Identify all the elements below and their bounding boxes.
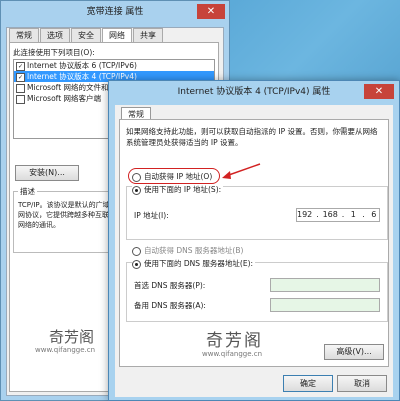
arrow-shaft: [225, 163, 261, 177]
preferred-dns-input[interactable]: [270, 278, 380, 292]
ok-button-label: 确定: [300, 379, 316, 388]
radio-icon[interactable]: [132, 246, 141, 256]
items-label: 此连接使用下列项目(O):: [13, 48, 95, 57]
cancel-button-label: 取消: [354, 379, 370, 388]
annotation-arrow: [222, 163, 261, 179]
watermark-logo: 奇芳阁: [206, 331, 263, 351]
dialog-title: Internet 协议版本 4 (TCP/IPv4) 属性: [177, 87, 331, 97]
ipv4-properties-dialog: Internet 协议版本 4 (TCP/IPv4) 属性 ✕ 常规 如果网络支…: [108, 80, 400, 401]
watermark-url: www.qifangge.cn: [202, 350, 263, 358]
ip-address-input[interactable]: 192. 168. 1. 6: [296, 208, 380, 222]
intro-text: 如果网络支持此功能，则可以获取自动指派的 IP 设置。否则，你需要从网络系统管理…: [126, 127, 378, 147]
advanced-button-label: 高级(V)...: [336, 347, 372, 356]
watermark-url: www.qifangge.cn: [35, 346, 96, 354]
auto-ip-option[interactable]: 自动获得 IP 地址(O): [132, 171, 212, 182]
description-text: TCP/IP。该协议是默认的广域网协议，它提供跨越多种互联网络的通讯。: [18, 201, 110, 229]
ok-button[interactable]: 确定: [283, 375, 333, 392]
advanced-button[interactable]: 高级(V)...: [324, 344, 384, 360]
manual-dns-option[interactable]: 使用下面的 DNS 服务器地址(E):: [132, 258, 256, 269]
tab-bar: 常规 选项 安全 网络 共享: [9, 28, 164, 43]
checkbox[interactable]: [16, 83, 25, 93]
window-title: 宽带连接 属性: [86, 7, 144, 17]
description-title: 描述: [18, 186, 37, 197]
close-icon[interactable]: ✕: [197, 4, 225, 19]
install-button-label: 安装(N)...: [29, 168, 65, 177]
ip-octet[interactable]: 6: [369, 209, 379, 221]
ip-octet[interactable]: 1: [348, 209, 358, 221]
list-item-label: Microsoft 网络客户端: [27, 94, 102, 103]
ip-octet[interactable]: 168: [323, 209, 338, 221]
list-item-label: Internet 协议版本 6 (TCP/IPv6): [27, 61, 137, 70]
manual-dns-label: 使用下面的 DNS 服务器地址(E):: [144, 259, 254, 268]
alternate-dns-input[interactable]: [270, 298, 380, 312]
manual-dns-group: [126, 262, 388, 322]
dialog-client: 常规 如果网络支持此功能，则可以获取自动指派的 IP 设置。否则，你需要从网络系…: [115, 105, 393, 397]
tab-security[interactable]: 安全: [71, 28, 101, 43]
radio-icon[interactable]: [132, 259, 141, 269]
auto-ip-label: 自动获得 IP 地址(O): [144, 172, 213, 181]
ip-address-label: IP 地址(I):: [134, 211, 169, 220]
description-group: 描述 TCP/IP。该协议是默认的广域网协议，它提供跨越多种互联网络的通讯。: [13, 186, 115, 253]
manual-ip-option[interactable]: 使用下面的 IP 地址(S):: [132, 184, 224, 195]
tab-options[interactable]: 选项: [40, 28, 70, 43]
cancel-button[interactable]: 取消: [337, 375, 387, 392]
radio-icon[interactable]: [132, 185, 141, 195]
alternate-dns-label: 备用 DNS 服务器(A):: [134, 301, 206, 310]
preferred-dns-label: 首选 DNS 服务器(P):: [134, 281, 206, 290]
arrow-head: [222, 171, 231, 179]
auto-dns-label: 自动获得 DNS 服务器地址(B): [144, 246, 244, 255]
checkbox[interactable]: ✓: [16, 61, 25, 71]
close-icon[interactable]: ✕: [364, 84, 394, 99]
list-item[interactable]: ✓ Internet 协议版本 6 (TCP/IPv6): [14, 60, 214, 71]
tab-network[interactable]: 网络: [102, 28, 132, 43]
tab-sharing[interactable]: 共享: [133, 28, 163, 43]
radio-icon[interactable]: [132, 172, 141, 182]
watermark-logo: 奇芳阁: [49, 328, 95, 346]
manual-ip-label: 使用下面的 IP 地址(S):: [144, 185, 222, 194]
auto-dns-option[interactable]: 自动获得 DNS 服务器地址(B): [132, 245, 243, 256]
install-button[interactable]: 安装(N)...: [15, 165, 79, 181]
ip-octet[interactable]: 192: [297, 209, 312, 221]
tab-general[interactable]: 常规: [9, 28, 39, 43]
checkbox[interactable]: [16, 94, 25, 104]
checkbox[interactable]: ✓: [16, 72, 25, 82]
general-tab-panel: 如果网络支持此功能，则可以获取自动指派的 IP 设置。否则，你需要从网络系统管理…: [119, 119, 389, 367]
